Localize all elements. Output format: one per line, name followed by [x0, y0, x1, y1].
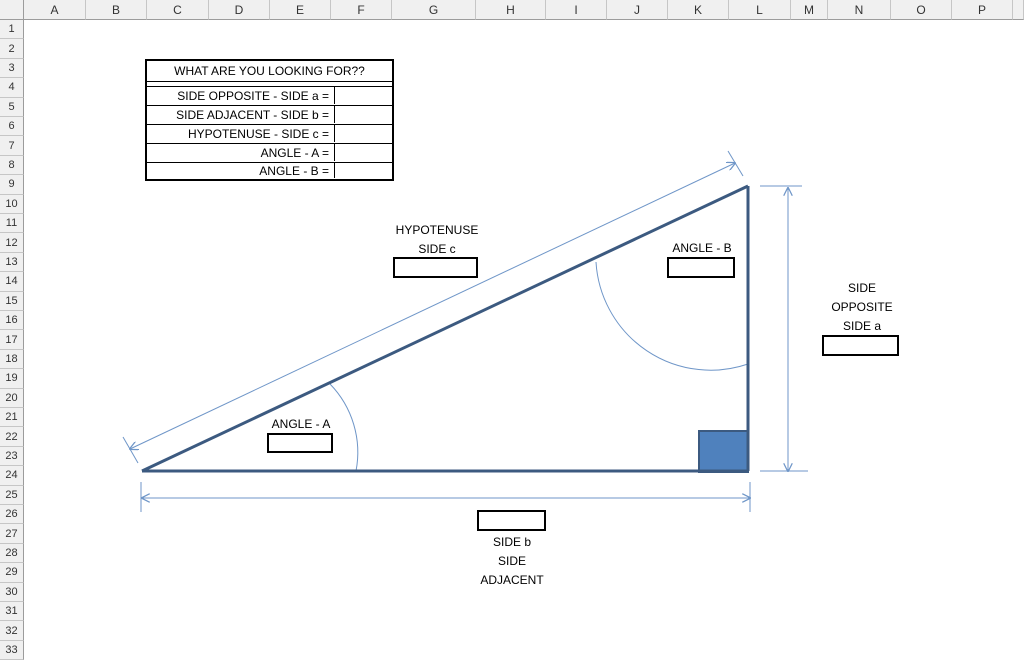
opposite-input-box[interactable]: [822, 335, 899, 356]
opposite-label-2: OPPOSITE: [831, 300, 893, 314]
hypotenuse-dimension-line: [130, 163, 735, 449]
opposite-label-1: SIDE: [847, 281, 876, 295]
hypotenuse-input-box[interactable]: [393, 257, 478, 278]
adjacent-label-1: SIDE b: [492, 535, 531, 549]
adjacent-input-box[interactable]: [477, 510, 546, 531]
hypotenuse-extension-tick-left: [122, 436, 139, 464]
angle-a-label: ANGLE - A: [271, 417, 331, 431]
hypotenuse-label: HYPOTENUSE: [395, 223, 479, 237]
right-angle-marker: [698, 430, 749, 473]
adjacent-label-2: SIDE: [497, 554, 526, 568]
hypotenuse-side-label: SIDE c: [418, 242, 456, 256]
hypotenuse-extension-tick-right: [727, 150, 744, 177]
opposite-label-3: SIDE a: [842, 319, 881, 333]
adjacent-label-3: ADJACENT: [480, 573, 544, 587]
angle-b-input-box[interactable]: [667, 257, 735, 278]
angle-b-label: ANGLE - B: [672, 241, 732, 255]
angle-a-input-box[interactable]: [267, 433, 333, 453]
angle-b-arc: [595, 261, 749, 371]
